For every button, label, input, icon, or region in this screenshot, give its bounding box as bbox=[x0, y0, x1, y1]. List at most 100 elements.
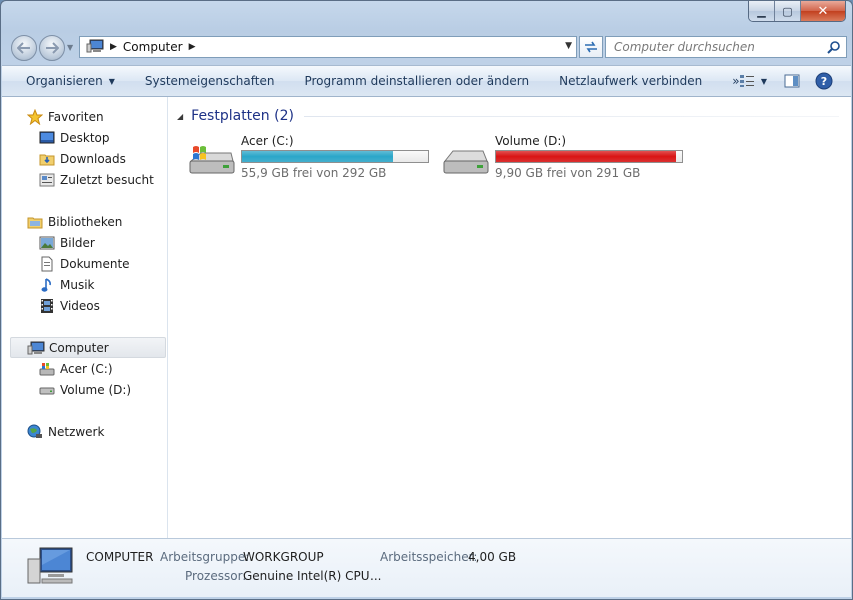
help-button[interactable]: ? bbox=[813, 71, 835, 91]
nav-favorites-label: Favoriten bbox=[48, 109, 104, 124]
recent-pages-dropdown[interactable]: ▼ bbox=[67, 43, 77, 52]
nav-drive-d[interactable]: Volume (D:) bbox=[38, 379, 166, 400]
drive-d-usage-bar bbox=[495, 150, 683, 163]
drive-d-name: Volume (D:) bbox=[495, 134, 567, 148]
hard-drive-icon bbox=[441, 141, 491, 180]
file-list-pane: ◢ Festplatten (2) Acer (C:) 55,9 GB frei… bbox=[169, 97, 851, 538]
caret-down-icon: ▼ bbox=[108, 76, 115, 86]
group-title: Festplatten (2) bbox=[191, 108, 294, 124]
details-cpu-more: ... bbox=[370, 569, 382, 583]
collapse-triangle-icon[interactable]: ◢ bbox=[177, 112, 183, 121]
documents-icon bbox=[38, 256, 56, 272]
details-cpu-label: Prozessor: bbox=[185, 569, 247, 583]
arrow-left-icon bbox=[17, 42, 30, 54]
computer-icon bbox=[27, 340, 45, 356]
maximize-button[interactable]: ▢ bbox=[775, 1, 801, 21]
search-input[interactable] bbox=[614, 40, 824, 54]
details-workgroup-label: Arbeitsgruppe: bbox=[160, 550, 250, 564]
windows-drive-icon bbox=[187, 141, 237, 180]
map-network-drive-button[interactable]: Netzlaufwerk verbinden bbox=[544, 70, 717, 92]
drive-tile-d[interactable]: Volume (D:) 9,90 GB frei von 291 GB bbox=[441, 133, 691, 183]
computer-icon bbox=[86, 39, 104, 56]
recent-places-icon bbox=[38, 172, 56, 188]
svg-text:?: ? bbox=[821, 75, 827, 88]
arrow-right-icon bbox=[46, 42, 59, 54]
nav-computer-label: Computer bbox=[49, 340, 109, 355]
nav-videos[interactable]: Videos bbox=[38, 295, 166, 316]
close-button[interactable]: ✕ bbox=[801, 1, 845, 21]
nav-network[interactable]: Netzwerk bbox=[26, 421, 166, 442]
command-bar: Organisieren ▼ Systemeigenschaften Progr… bbox=[2, 65, 851, 97]
explorer-window: ▁ ▢ ✕ ▼ ▶ Computer ▶ ▼ Computer durchsuc… bbox=[0, 0, 853, 600]
forward-button[interactable] bbox=[39, 35, 65, 61]
nav-documents[interactable]: Dokumente bbox=[38, 253, 166, 274]
drive-d-usage-fill bbox=[496, 151, 677, 162]
music-note-icon bbox=[38, 277, 56, 293]
details-memory-value: 4,00 GB bbox=[468, 550, 517, 564]
libraries-icon bbox=[26, 214, 44, 230]
nav-recent[interactable]: Zuletzt besucht bbox=[38, 169, 166, 190]
system-properties-button[interactable]: Systemeigenschaften bbox=[130, 70, 290, 92]
computer-icon bbox=[26, 545, 74, 590]
refresh-button[interactable] bbox=[579, 36, 603, 58]
search-box[interactable] bbox=[605, 36, 847, 58]
preview-pane-button[interactable] bbox=[781, 71, 803, 91]
organize-label: Organisieren bbox=[26, 74, 103, 88]
group-header-hard-drives[interactable]: ◢ Festplatten (2) bbox=[177, 107, 839, 125]
minimize-button[interactable]: ▁ bbox=[749, 1, 775, 21]
nav-music[interactable]: Musik bbox=[38, 274, 166, 295]
group-divider bbox=[303, 115, 839, 117]
nav-drive-c[interactable]: Acer (C:) bbox=[38, 358, 166, 379]
search-icon[interactable] bbox=[827, 40, 841, 57]
nav-videos-label: Videos bbox=[60, 298, 100, 313]
chevron-right-icon[interactable]: ▶ bbox=[189, 42, 196, 52]
nav-documents-label: Dokumente bbox=[60, 256, 130, 271]
details-pane: COMPUTER Arbeitsgruppe: WORKGROUP Arbeit… bbox=[2, 538, 851, 597]
nav-downloads[interactable]: Downloads bbox=[38, 148, 166, 169]
nav-recent-label: Zuletzt besucht bbox=[60, 172, 154, 187]
star-icon bbox=[26, 108, 44, 125]
drive-tile-c[interactable]: Acer (C:) 55,9 GB frei von 292 GB bbox=[187, 133, 437, 183]
change-view-button[interactable]: ▼ bbox=[735, 71, 771, 91]
nav-desktop-label: Desktop bbox=[60, 130, 110, 145]
view-list-icon bbox=[739, 75, 754, 87]
nav-pictures[interactable]: Bilder bbox=[38, 232, 166, 253]
nav-drive-c-label: Acer (C:) bbox=[60, 361, 113, 376]
address-dropdown-icon[interactable]: ▼ bbox=[565, 41, 572, 51]
nav-drive-d-label: Volume (D:) bbox=[60, 382, 132, 397]
breadcrumb-computer[interactable]: Computer bbox=[123, 40, 183, 54]
address-bar[interactable]: ▶ Computer ▶ ▼ bbox=[79, 36, 577, 58]
windows-drive-icon bbox=[38, 361, 56, 377]
drive-c-name: Acer (C:) bbox=[241, 134, 294, 148]
nav-computer[interactable]: Computer bbox=[10, 337, 166, 358]
desktop-icon bbox=[38, 130, 56, 146]
help-icon: ? bbox=[815, 72, 833, 90]
chevron-right-icon[interactable]: ▶ bbox=[110, 42, 117, 52]
organize-button[interactable]: Organisieren ▼ bbox=[2, 70, 130, 92]
back-button[interactable] bbox=[11, 35, 37, 61]
drive-d-free-space: 9,90 GB frei von 291 GB bbox=[495, 166, 641, 180]
details-cpu-value: Genuine Intel(R) CPU bbox=[243, 569, 370, 583]
downloads-folder-icon bbox=[38, 151, 56, 167]
drive-c-usage-fill bbox=[242, 151, 393, 162]
navigation-row: ▼ ▶ Computer ▶ ▼ bbox=[9, 33, 847, 61]
drive-c-usage-bar bbox=[241, 150, 429, 163]
refresh-icon bbox=[585, 41, 597, 53]
caret-down-icon: ▼ bbox=[760, 76, 768, 86]
view-controls: ▼ ? bbox=[735, 71, 835, 91]
hard-drive-icon bbox=[38, 382, 56, 398]
network-globe-icon bbox=[26, 424, 44, 440]
uninstall-program-button[interactable]: Programm deinstallieren oder ändern bbox=[289, 70, 544, 92]
nav-music-label: Musik bbox=[60, 277, 95, 292]
nav-libraries-label: Bibliotheken bbox=[48, 214, 123, 229]
drive-c-free-space: 55,9 GB frei von 292 GB bbox=[241, 166, 387, 180]
nav-libraries[interactable]: Bibliotheken bbox=[26, 211, 166, 232]
nav-desktop[interactable]: Desktop bbox=[38, 127, 166, 148]
details-memory-label: Arbeitsspeicher: bbox=[380, 550, 478, 564]
content-area: Favoriten Desktop Downloads Zuletzt besu… bbox=[2, 97, 851, 538]
details-workgroup-value: WORKGROUP bbox=[243, 550, 324, 564]
pictures-icon bbox=[38, 235, 56, 251]
film-strip-icon bbox=[38, 298, 56, 314]
nav-favorites[interactable]: Favoriten bbox=[26, 106, 166, 127]
navigation-pane: Favoriten Desktop Downloads Zuletzt besu… bbox=[2, 97, 168, 538]
